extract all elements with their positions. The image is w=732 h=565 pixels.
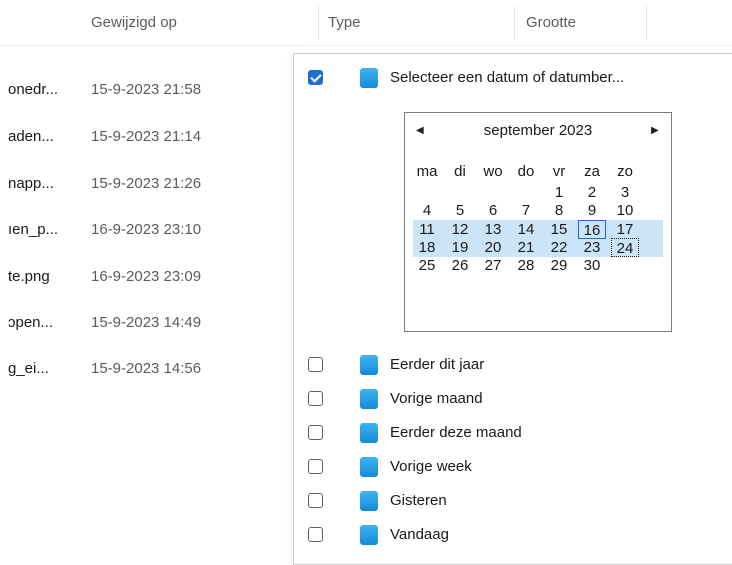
calendar-day[interactable]: 14 xyxy=(512,220,540,239)
filter-tag-icon xyxy=(360,491,378,511)
option-label: Vandaag xyxy=(390,526,449,543)
file-row[interactable]: onedr... 15-9-2023 21:58 xyxy=(0,72,300,108)
option-checkbox[interactable] xyxy=(308,459,323,474)
option-checkbox[interactable] xyxy=(308,391,323,406)
column-separator[interactable] xyxy=(318,6,319,40)
column-type[interactable]: Type xyxy=(328,0,361,46)
calendar-day[interactable]: 18 xyxy=(413,238,441,257)
column-size[interactable]: Grootte xyxy=(526,0,576,46)
file-date: 15-9-2023 21:58 xyxy=(91,81,202,98)
file-date: 16-9-2023 23:10 xyxy=(91,221,202,238)
file-name: ıen_p... xyxy=(8,221,59,238)
file-row[interactable]: ɔpen... 15-9-2023 14:49 xyxy=(0,305,300,341)
calendar-title[interactable]: september 2023 xyxy=(405,122,671,139)
calendar-day[interactable]: 20 xyxy=(479,238,507,257)
file-name: ɔpen... xyxy=(8,314,54,331)
file-row[interactable]: g_ei... 15-9-2023 14:56 xyxy=(0,351,300,387)
option-label: Vorige maand xyxy=(390,390,483,407)
calendar-day[interactable]: 13 xyxy=(479,220,507,239)
column-modified[interactable]: Gewijzigd op xyxy=(91,0,177,46)
checkmark-icon xyxy=(310,71,322,83)
calendar-day[interactable]: 24 xyxy=(611,237,639,257)
filter-tag-icon xyxy=(360,355,378,375)
date-range-label: Selecteer een datum of datumber... xyxy=(390,69,625,86)
filter-tag-icon xyxy=(360,389,378,409)
weekday-label: di xyxy=(454,163,466,180)
calendar-day[interactable]: 11 xyxy=(413,220,441,239)
file-name: napp... xyxy=(8,175,54,192)
option-label: Vorige week xyxy=(390,458,472,475)
filter-tag-icon xyxy=(360,423,378,443)
calendar-day[interactable]: 6 xyxy=(479,201,507,220)
date-filter-dropdown: Selecteer een datum of datumber... ◀ sep… xyxy=(293,53,732,565)
filter-tag-icon xyxy=(360,68,378,88)
next-month-icon[interactable]: ▶ xyxy=(651,125,659,136)
option-checkbox[interactable] xyxy=(308,527,323,542)
calendar-day[interactable]: 23 xyxy=(578,238,606,257)
calendar-day[interactable]: 5 xyxy=(446,201,474,220)
calendar-day[interactable]: 7 xyxy=(512,201,540,220)
weekday-label: wo xyxy=(483,163,503,180)
option-label: Eerder dit jaar xyxy=(390,356,485,373)
file-name: te.png xyxy=(8,268,50,285)
calendar-day[interactable]: 3 xyxy=(611,183,639,202)
option-label: Gisteren xyxy=(390,492,447,509)
file-row[interactable]: te.png 16-9-2023 23:09 xyxy=(0,259,300,295)
weekday-label: do xyxy=(517,163,535,180)
option-label: Eerder deze maand xyxy=(390,424,522,441)
option-checkbox[interactable] xyxy=(308,493,323,508)
calendar-day[interactable]: 25 xyxy=(413,256,441,275)
file-name: g_ei... xyxy=(8,360,49,377)
calendar-header: ◀ september 2023 ▶ xyxy=(405,113,671,149)
calendar-day[interactable]: 21 xyxy=(512,238,540,257)
file-date: 15-9-2023 21:26 xyxy=(91,175,202,192)
filter-tag-icon xyxy=(360,457,378,477)
calendar-day[interactable]: 22 xyxy=(545,238,573,257)
month-calendar: ◀ september 2023 ▶ ma di wo do vr za zo … xyxy=(404,112,672,332)
option-checkbox[interactable] xyxy=(308,357,323,372)
calendar-day[interactable]: 26 xyxy=(446,256,474,275)
calendar-day[interactable]: 4 xyxy=(413,201,441,220)
file-date: 16-9-2023 23:09 xyxy=(91,268,202,285)
filter-tag-icon xyxy=(360,525,378,545)
calendar-day[interactable]: 30 xyxy=(578,256,606,275)
date-range-checkbox[interactable] xyxy=(308,70,323,85)
calendar-day[interactable]: 27 xyxy=(479,256,507,275)
calendar-day[interactable]: 28 xyxy=(512,256,540,275)
file-date: 15-9-2023 21:14 xyxy=(91,128,202,145)
calendar-day[interactable]: 16 xyxy=(578,219,606,239)
weekday-label: ma xyxy=(416,163,438,180)
column-header: Gewijzigd op Type Grootte xyxy=(0,0,732,46)
file-name: aden... xyxy=(8,128,54,145)
weekday-label: vr xyxy=(552,163,566,180)
calendar-day[interactable]: 15 xyxy=(545,220,573,239)
calendar-day[interactable]: 17 xyxy=(611,220,639,239)
calendar-day[interactable]: 29 xyxy=(545,256,573,275)
file-name: onedr... xyxy=(8,81,59,98)
calendar-day[interactable]: 19 xyxy=(446,238,474,257)
file-row[interactable]: napp... 15-9-2023 21:26 xyxy=(0,166,300,202)
file-date: 15-9-2023 14:56 xyxy=(91,360,202,377)
file-row[interactable]: ıen_p... 16-9-2023 23:10 xyxy=(0,212,300,248)
calendar-day[interactable]: 8 xyxy=(545,201,573,220)
file-row[interactable]: aden... 15-9-2023 21:14 xyxy=(0,119,300,155)
header-divider xyxy=(0,45,732,46)
weekday-label: zo xyxy=(617,163,633,180)
calendar-day[interactable]: 1 xyxy=(545,183,573,202)
calendar-day[interactable]: 12 xyxy=(446,220,474,239)
calendar-day[interactable]: 9 xyxy=(578,201,606,220)
file-date: 15-9-2023 14:49 xyxy=(91,314,202,331)
weekday-label: za xyxy=(584,163,600,180)
column-separator[interactable] xyxy=(514,6,515,40)
column-separator[interactable] xyxy=(646,6,647,40)
calendar-day[interactable]: 2 xyxy=(578,183,606,202)
calendar-day[interactable]: 10 xyxy=(611,201,639,220)
option-checkbox[interactable] xyxy=(308,425,323,440)
